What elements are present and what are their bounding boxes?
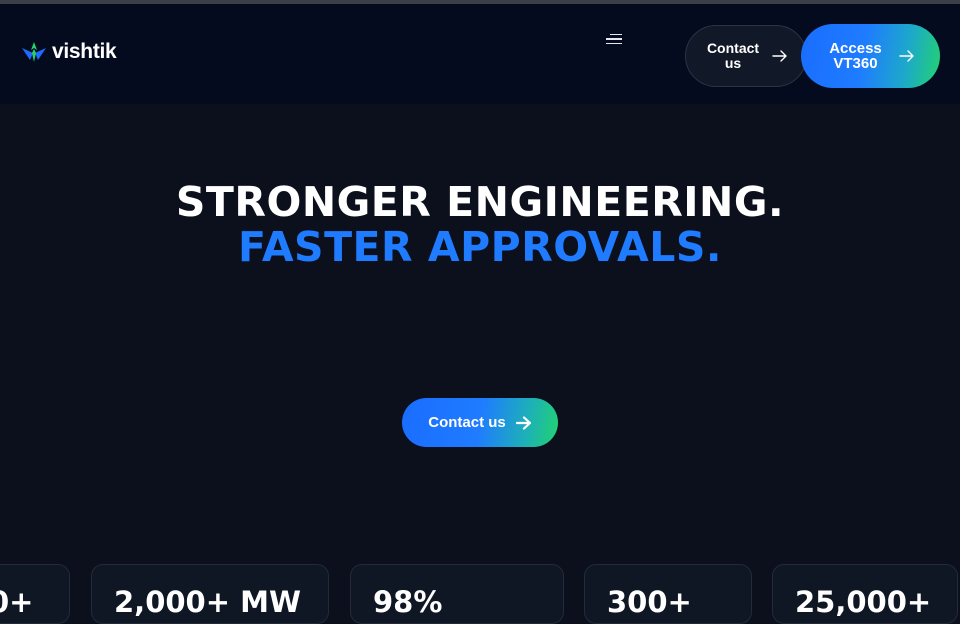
stat-value: 2,000+ MW (114, 585, 301, 619)
stat-card: 0+ (0, 564, 70, 624)
arrow-right-icon (515, 415, 531, 430)
hero-section: STRONGER ENGINEERING. FASTER APPROVALS. (0, 180, 960, 270)
site-header: vishtik Contact us Access VT360 (0, 4, 960, 104)
hero-title-line1: STRONGER ENGINEERING. (175, 178, 785, 226)
access-vt360-label: Access VT360 (829, 40, 882, 72)
stat-card: 25,000+ (772, 564, 958, 624)
stat-card: 98% (350, 564, 564, 624)
stat-value: 0+ (0, 585, 34, 619)
stat-card: 2,000+ MW (91, 564, 329, 624)
hamburger-menu-icon[interactable] (600, 30, 622, 48)
hero-contact-label: Contact us (428, 414, 506, 431)
hero-title: STRONGER ENGINEERING. FASTER APPROVALS. (0, 180, 960, 270)
header-contact-label: Contact us (706, 40, 760, 71)
stat-card: 300+ (584, 564, 752, 624)
stat-value: 300+ (607, 585, 692, 619)
logo[interactable]: vishtik (20, 38, 117, 66)
hero-contact-button[interactable]: Contact us (402, 398, 558, 447)
stat-value: 25,000+ (795, 585, 932, 619)
vishtik-logo-icon (22, 42, 46, 62)
access-vt360-button[interactable]: Access VT360 (801, 24, 940, 88)
header-contact-button[interactable]: Contact us (685, 25, 807, 87)
stat-value: 98% (373, 585, 443, 619)
hero-title-line2: FASTER APPROVALS. (238, 223, 722, 271)
arrow-right-icon (772, 50, 787, 62)
logo-text: vishtik (52, 40, 117, 63)
arrow-right-icon (898, 50, 914, 62)
